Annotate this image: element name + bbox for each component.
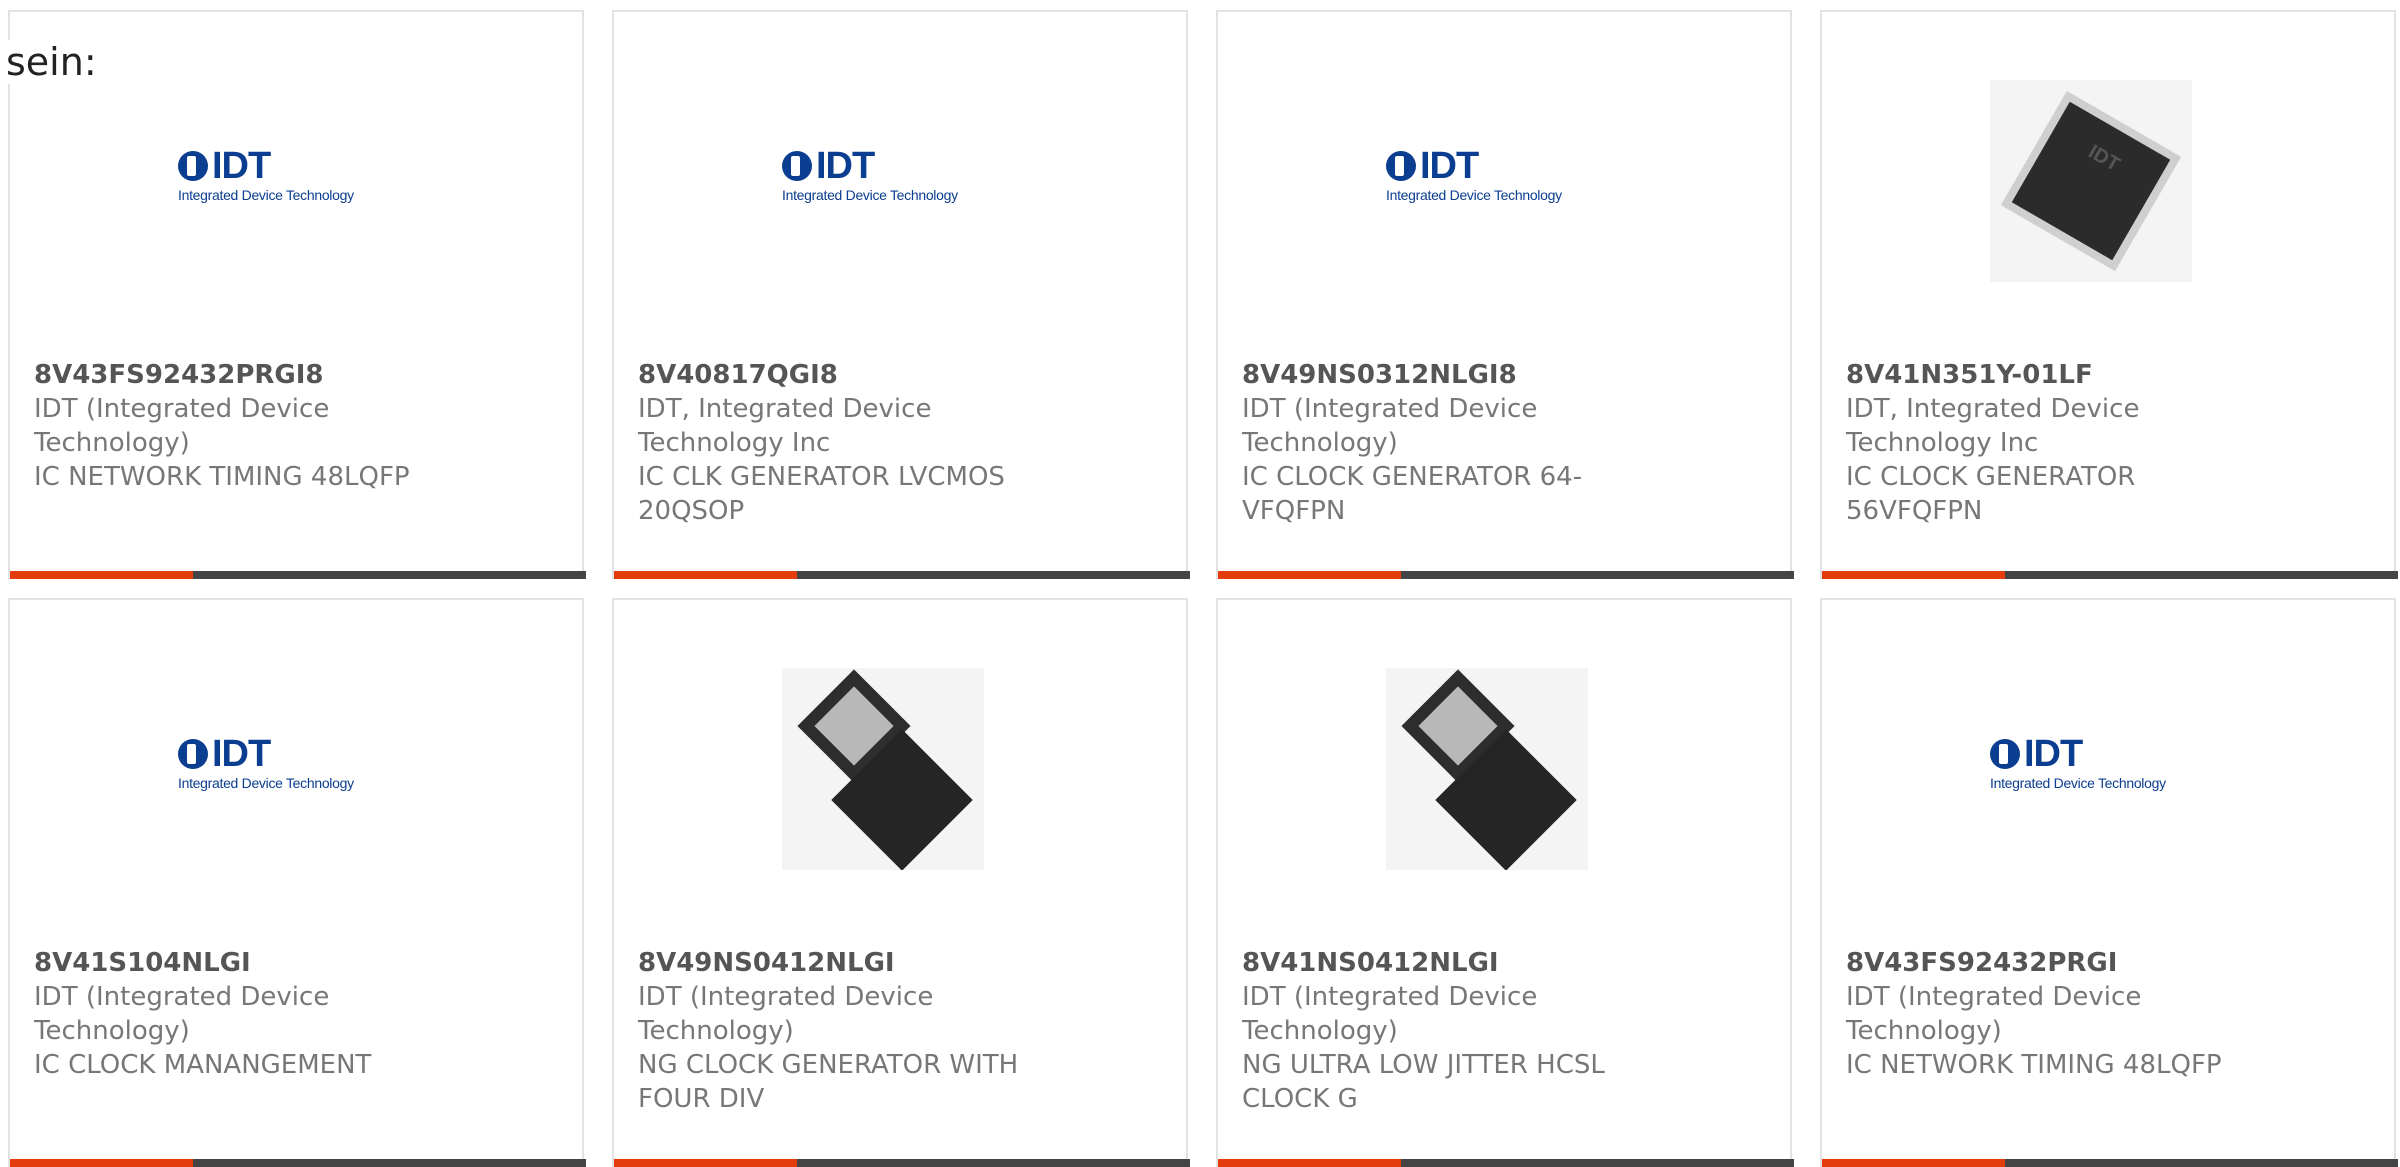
idt-logo-icon: IDT Integrated Device Technology: [1990, 733, 2166, 791]
description: IC CLOCK MANANGEMENT: [34, 1050, 372, 1080]
product-card[interactable]: IDT Integrated Device Technology 8V41S10…: [8, 598, 586, 1167]
part-number[interactable]: 8V49NS0312NLGI8: [1242, 358, 1662, 392]
card-bottom-bar: [1218, 1159, 1794, 1167]
description: IC CLOCK GENERATOR 64-VFQFPN: [1242, 462, 1583, 526]
idt-logo-icon: IDT Integrated Device Technology: [178, 145, 354, 203]
product-image-logo[interactable]: IDT Integrated Device Technology: [782, 80, 984, 282]
product-image-logo[interactable]: IDT Integrated Device Technology: [178, 80, 380, 282]
part-number[interactable]: 8V43FS92432PRGI: [1846, 946, 2266, 980]
description: IC CLOCK GENERATOR 56VFQFPN: [1846, 462, 2136, 526]
product-image-logo[interactable]: IDT Integrated Device Technology: [1990, 668, 2192, 870]
part-number[interactable]: 8V41NS0412NLGI: [1242, 946, 1662, 980]
description: NG ULTRA LOW JITTER HCSL CLOCK G: [1242, 1050, 1605, 1114]
manufacturer: IDT, Integrated Device Technology Inc: [1846, 394, 2140, 458]
product-image-chip[interactable]: IDT: [1990, 80, 2192, 282]
qfp-chip-icon: IDT: [1990, 80, 2192, 282]
description: IC NETWORK TIMING 48LQFP: [34, 462, 410, 492]
manufacturer: IDT, Integrated Device Technology Inc: [638, 394, 932, 458]
product-card[interactable]: IDT 8V41N351Y-01LF IDT, Integrated Devic…: [1820, 10, 2398, 579]
qfn-chips-icon: [782, 668, 984, 870]
manufacturer: IDT (Integrated Device Technology): [638, 982, 934, 1046]
product-card[interactable]: 8V49NS0412NLGI IDT (Integrated Device Te…: [612, 598, 1190, 1167]
part-number[interactable]: 8V49NS0412NLGI: [638, 946, 1058, 980]
idt-logo-icon: IDT Integrated Device Technology: [178, 733, 354, 791]
product-image-chip[interactable]: [782, 668, 984, 870]
card-bottom-bar: [1822, 1159, 2398, 1167]
product-card[interactable]: IDT Integrated Device Technology 8V43FS9…: [8, 10, 586, 579]
product-image-chip[interactable]: [1386, 668, 1588, 870]
card-bottom-bar: [1218, 571, 1794, 579]
intro-text: sein:: [6, 40, 97, 84]
product-grid: IDT Integrated Device Technology 8V43FS9…: [0, 0, 2400, 1167]
manufacturer: IDT (Integrated Device Technology): [1242, 982, 1538, 1046]
description: IC NETWORK TIMING 48LQFP: [1846, 1050, 2222, 1080]
idt-logo-icon: IDT Integrated Device Technology: [782, 145, 958, 203]
product-image-logo[interactable]: IDT Integrated Device Technology: [1386, 80, 1588, 282]
part-number[interactable]: 8V41S104NLGI: [34, 946, 454, 980]
part-number[interactable]: 8V43FS92432PRGI8: [34, 358, 454, 392]
manufacturer: IDT (Integrated Device Technology): [1242, 394, 1538, 458]
description: IC CLK GENERATOR LVCMOS 20QSOP: [638, 462, 1005, 526]
card-bottom-bar: [614, 571, 1190, 579]
manufacturer: IDT (Integrated Device Technology): [34, 982, 330, 1046]
manufacturer: IDT (Integrated Device Technology): [1846, 982, 2142, 1046]
card-bottom-bar: [10, 1159, 586, 1167]
product-image-logo[interactable]: IDT Integrated Device Technology: [178, 668, 380, 870]
card-bottom-bar: [10, 571, 586, 579]
idt-logo-icon: IDT Integrated Device Technology: [1386, 145, 1562, 203]
product-card[interactable]: IDT Integrated Device Technology 8V49NS0…: [1216, 10, 1794, 579]
qfn-chips-icon: [1386, 668, 1588, 870]
manufacturer: IDT (Integrated Device Technology): [34, 394, 330, 458]
product-card[interactable]: IDT Integrated Device Technology 8V40817…: [612, 10, 1190, 579]
card-bottom-bar: [1822, 571, 2398, 579]
part-number[interactable]: 8V40817QGI8: [638, 358, 1058, 392]
description: NG CLOCK GENERATOR WITH FOUR DIV: [638, 1050, 1019, 1114]
part-number[interactable]: 8V41N351Y-01LF: [1846, 358, 2266, 392]
card-bottom-bar: [614, 1159, 1190, 1167]
product-card[interactable]: IDT Integrated Device Technology 8V43FS9…: [1820, 598, 2398, 1167]
product-card[interactable]: 8V41NS0412NLGI IDT (Integrated Device Te…: [1216, 598, 1794, 1167]
